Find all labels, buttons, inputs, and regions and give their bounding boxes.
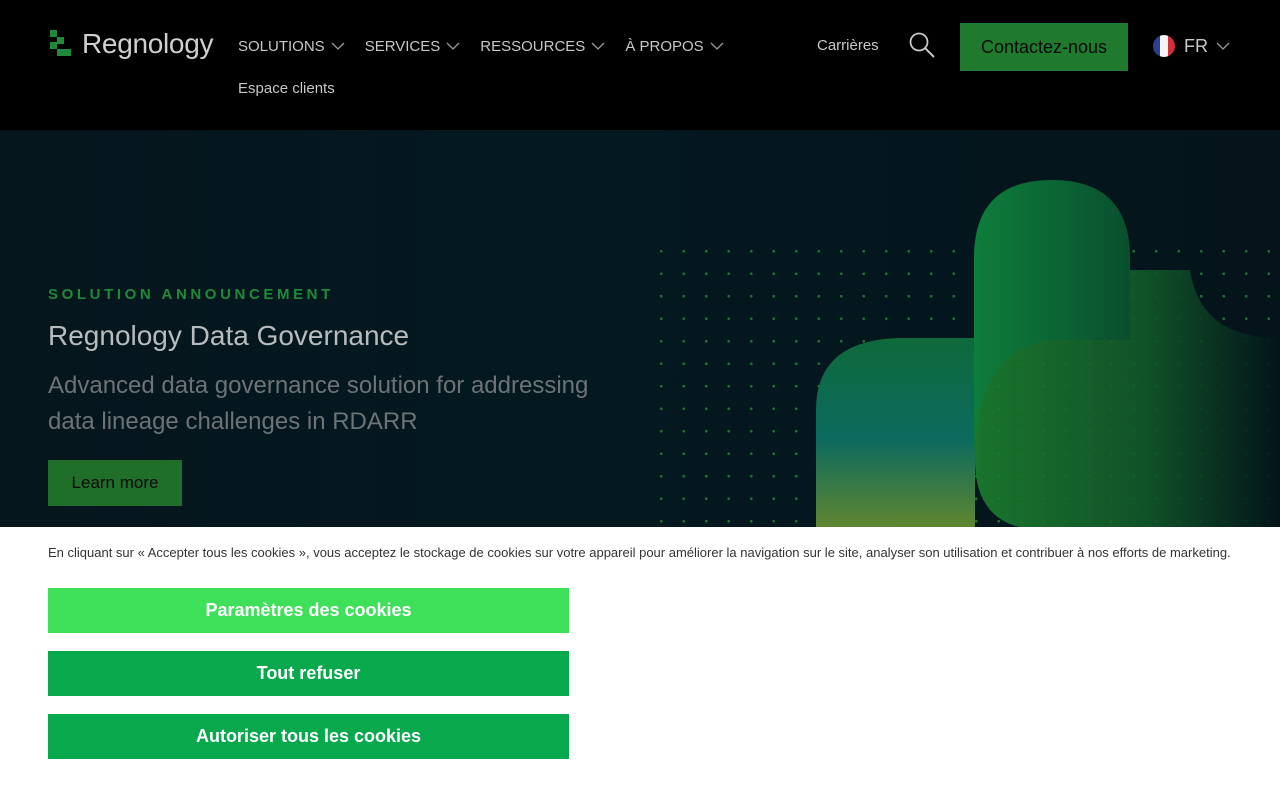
nav-espace-clients[interactable]: Espace clients: [238, 80, 335, 97]
nav-a-propos[interactable]: À PROPOS: [625, 36, 724, 56]
nav-solutions-label: SOLUTIONS: [238, 37, 325, 55]
chevron-down-icon: [591, 42, 605, 50]
hero-graphic: [816, 180, 1280, 530]
contact-button[interactable]: Contactez-nous: [960, 23, 1128, 71]
chevron-down-icon: [446, 42, 460, 50]
hero-eyebrow: SOLUTION ANNOUNCEMENT: [48, 286, 334, 303]
main-nav: SOLUTIONS SERVICES RESSOURCES À PROPOS: [238, 36, 744, 56]
site-header: Regnology SOLUTIONS SERVICES RESSOURCES …: [0, 0, 1280, 130]
regnology-logo-icon: [48, 29, 72, 59]
chevron-down-icon: [1216, 42, 1230, 50]
nav-services[interactable]: SERVICES: [365, 36, 461, 56]
language-selector[interactable]: FR: [1153, 35, 1230, 57]
learn-more-button[interactable]: Learn more: [48, 460, 182, 506]
refuse-all-button[interactable]: Tout refuser: [48, 651, 569, 696]
nav-services-label: SERVICES: [364, 37, 441, 55]
france-flag-icon: [1153, 35, 1175, 57]
hero-title: Regnology Data Governance: [48, 320, 410, 351]
nav-ressources[interactable]: RESSOURCES: [480, 36, 605, 56]
cookie-message: En cliquant sur « Accepter tous les cook…: [48, 545, 1231, 560]
nav-ressources-label: RESSOURCES: [480, 37, 586, 55]
nav-solutions[interactable]: SOLUTIONS: [238, 36, 345, 56]
search-icon[interactable]: [908, 31, 936, 59]
language-label: FR: [1184, 35, 1208, 56]
nav-carrieres[interactable]: Carrières: [817, 37, 879, 54]
accept-all-cookies-button[interactable]: Autoriser tous les cookies: [48, 714, 569, 759]
nav-a-propos-label: À PROPOS: [625, 37, 704, 55]
regnology-logo[interactable]: Regnology: [48, 28, 213, 60]
hero-subtitle: Advanced data governance solution for ad…: [48, 372, 589, 435]
chevron-down-icon: [331, 42, 345, 50]
hero-section: SOLUTION ANNOUNCEMENT Regnology Data Gov…: [0, 130, 1280, 530]
chevron-down-icon: [710, 42, 724, 50]
logo-text: Regnology: [82, 28, 214, 59]
cookie-settings-button[interactable]: Paramètres des cookies: [48, 588, 569, 633]
cookie-banner: En cliquant sur « Accepter tous les cook…: [0, 527, 1280, 800]
